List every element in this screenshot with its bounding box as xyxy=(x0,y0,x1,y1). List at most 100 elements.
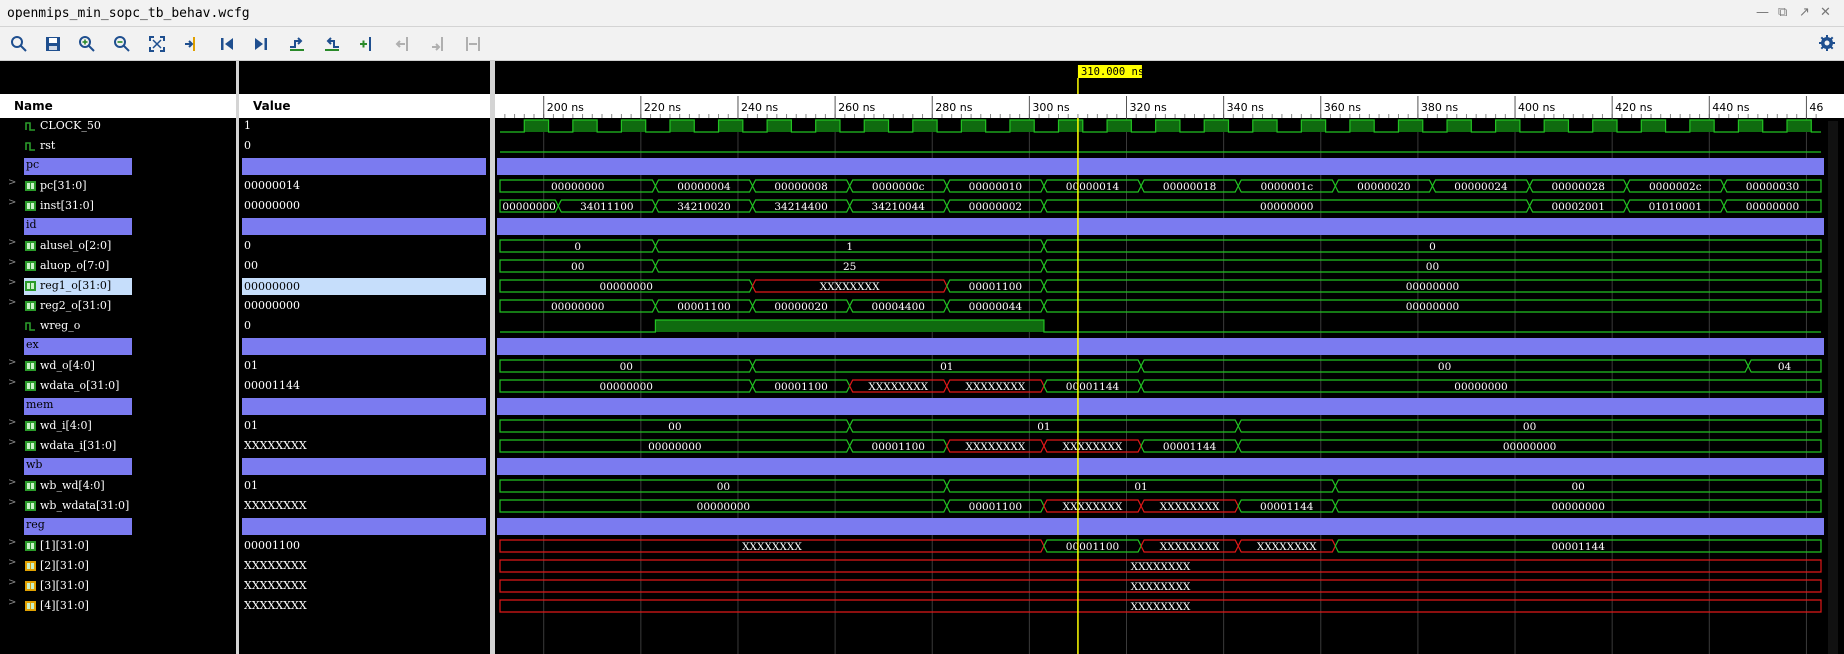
zoom-in-icon[interactable] xyxy=(78,35,96,53)
save-icon[interactable] xyxy=(44,35,62,53)
expand-icon[interactable]: > xyxy=(8,357,16,368)
bus-value-label: 00 xyxy=(717,481,730,493)
group-divider[interactable]: wb xyxy=(24,458,132,475)
clock-high-fill xyxy=(1058,120,1083,132)
value-column-header[interactable]: Value xyxy=(239,94,490,118)
signal-row[interactable]: > inst[31:0] xyxy=(0,197,236,215)
signal-row[interactable]: mem xyxy=(0,397,236,415)
signal-row[interactable]: CLOCK_50 xyxy=(0,117,236,135)
signal-row[interactable]: > [4][31:0] xyxy=(0,597,236,615)
expand-icon[interactable]: > xyxy=(8,377,16,388)
bus-value-label: XXXXXXXX xyxy=(965,441,1025,453)
signal-row[interactable]: > [3][31:0] xyxy=(0,577,236,595)
expand-icon[interactable]: > xyxy=(8,237,16,248)
go-to-time-0-icon[interactable] xyxy=(218,35,236,53)
bus-value-label: 00 xyxy=(1571,481,1584,493)
bus-value-label: XXXXXXXX xyxy=(1063,501,1123,513)
clock-high-fill xyxy=(864,120,889,132)
restore-icon[interactable]: ⧉ xyxy=(1778,5,1787,20)
signal-row[interactable]: id xyxy=(0,217,236,235)
group-divider[interactable]: pc xyxy=(24,158,132,175)
signal-row[interactable]: > wb_wd[4:0] xyxy=(0,477,236,495)
signal-row[interactable]: ex xyxy=(0,337,236,355)
signal-row[interactable]: > wb_wdata[31:0] xyxy=(0,497,236,515)
signal-row[interactable]: > wd_o[4:0] xyxy=(0,357,236,375)
signal-row[interactable]: wb xyxy=(0,457,236,475)
expand-icon[interactable]: > xyxy=(8,177,16,188)
signal-row[interactable]: > wdata_i[31:0] xyxy=(0,437,236,455)
minimize-icon[interactable]: — xyxy=(1756,5,1769,20)
signal-row[interactable]: rst xyxy=(0,137,236,155)
expand-icon[interactable]: > xyxy=(8,577,16,588)
ruler-tick-label: 200 ns xyxy=(547,101,584,114)
signal-row[interactable]: > wd_i[4:0] xyxy=(0,417,236,435)
expand-icon[interactable]: > xyxy=(8,437,16,448)
bus-value-label: 00000018 xyxy=(1163,181,1216,193)
settings-icon[interactable] xyxy=(1818,34,1836,52)
bit-signal-icon xyxy=(25,142,35,151)
signal-value: 00000014 xyxy=(244,179,300,192)
expand-icon[interactable]: > xyxy=(8,197,16,208)
zoom-out-icon[interactable] xyxy=(113,35,131,53)
group-divider[interactable]: mem xyxy=(24,398,132,415)
previous-marker-icon[interactable] xyxy=(394,35,412,53)
expand-icon[interactable]: > xyxy=(8,477,16,488)
add-marker-icon[interactable] xyxy=(358,35,376,53)
maximize-icon[interactable]: ↗ xyxy=(1799,5,1810,20)
vertical-scrollbar[interactable] xyxy=(1828,121,1838,654)
expand-icon[interactable]: > xyxy=(8,497,16,508)
signal-row[interactable]: reg xyxy=(0,517,236,535)
clock-high-fill xyxy=(961,120,986,132)
close-icon[interactable]: ✕ xyxy=(1820,5,1831,20)
clock-high-fill xyxy=(669,120,695,132)
signal-row[interactable]: wreg_o xyxy=(0,317,236,335)
search-icon[interactable] xyxy=(10,35,28,53)
clock-high-fill xyxy=(1301,120,1326,132)
signal-row[interactable]: > aluop_o[7:0] xyxy=(0,257,236,275)
bus-signal-icon xyxy=(25,241,36,251)
expand-icon[interactable]: > xyxy=(8,277,16,288)
group-divider-wave xyxy=(497,458,1824,475)
group-divider[interactable]: ex xyxy=(24,338,132,355)
clock-high-fill xyxy=(524,120,549,132)
group-divider[interactable]: reg xyxy=(24,518,132,535)
zoom-fit-icon[interactable] xyxy=(148,35,166,53)
name-column-header[interactable]: Name xyxy=(0,94,236,118)
signal-row[interactable]: > reg1_o[31:0] xyxy=(0,277,236,295)
go-to-cursor-icon[interactable] xyxy=(183,35,201,53)
signal-row[interactable]: > pc[31:0] xyxy=(0,177,236,195)
ruler-tick-label: 300 ns xyxy=(1032,101,1069,114)
clock-high-fill xyxy=(1398,120,1423,132)
go-to-last-time-icon[interactable] xyxy=(252,35,270,53)
next-marker-icon[interactable] xyxy=(429,35,447,53)
previous-transition-icon[interactable] xyxy=(288,35,306,53)
expand-icon[interactable]: > xyxy=(8,597,16,608)
expand-icon[interactable]: > xyxy=(8,297,16,308)
next-transition-icon[interactable] xyxy=(323,35,341,53)
signal-row[interactable]: > alusel_o[2:0] xyxy=(0,237,236,255)
signal-row[interactable]: > reg2_o[31:0] xyxy=(0,297,236,315)
scroll-end-cap xyxy=(1829,94,1837,118)
expand-icon[interactable]: > xyxy=(8,257,16,268)
signal-name: wd_i[4:0] xyxy=(40,419,92,432)
signal-value: XXXXXXXX xyxy=(244,439,307,452)
expand-icon[interactable]: > xyxy=(8,417,16,428)
signal-row[interactable]: > wdata_o[31:0] xyxy=(0,377,236,395)
signal-row[interactable]: pc xyxy=(0,157,236,175)
bus-signal-icon xyxy=(25,481,36,491)
signal-row[interactable]: > [2][31:0] xyxy=(0,557,236,575)
group-divider-value xyxy=(242,518,486,535)
expand-icon[interactable]: > xyxy=(8,557,16,568)
expand-icon[interactable]: > xyxy=(8,537,16,548)
group-divider[interactable]: id xyxy=(24,218,132,235)
bus-value-label: XXXXXXXX xyxy=(965,381,1025,393)
group-divider-value xyxy=(242,398,486,415)
waveform-panel[interactable]: 200 ns 220 ns 240 ns 260 ns 280 ns 300 ns 320 … xyxy=(495,61,1844,654)
ruler-tick-label: 420 ns xyxy=(1615,101,1652,114)
swap-cursors-icon[interactable] xyxy=(464,35,482,53)
clock-high-fill xyxy=(1107,120,1132,132)
signal-row[interactable]: > [1][31:0] xyxy=(0,537,236,555)
clock-high-fill xyxy=(815,120,840,132)
signal-name: pc[31:0] xyxy=(40,179,87,192)
bus-value-label: 00001144 xyxy=(1163,441,1217,453)
